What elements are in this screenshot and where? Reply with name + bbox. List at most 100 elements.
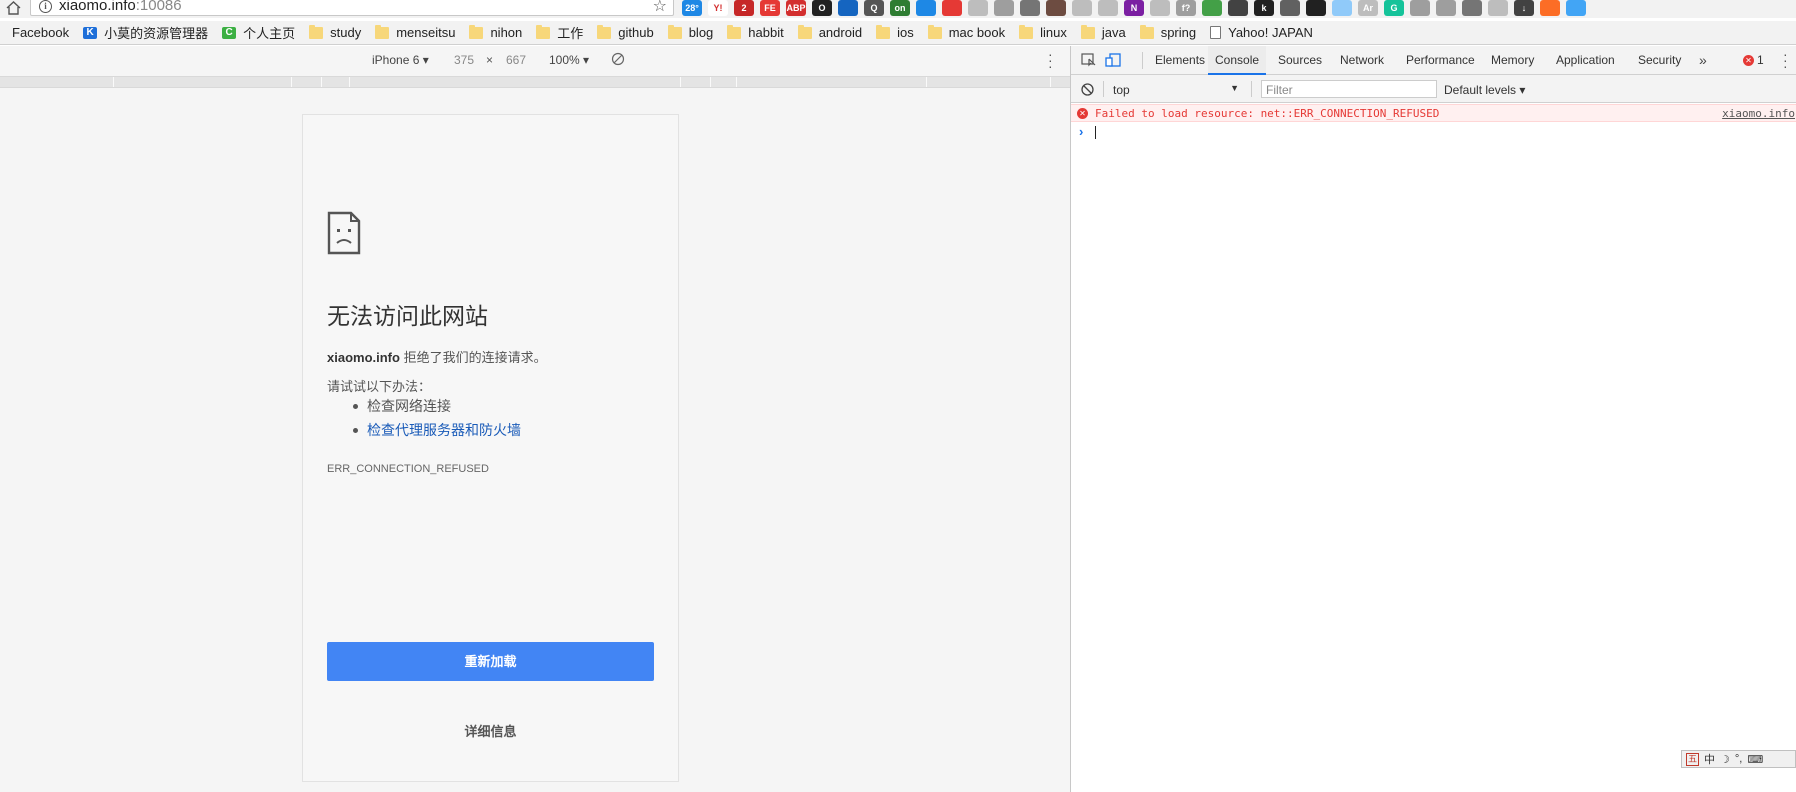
bookmark-item[interactable]: spring <box>1133 21 1203 44</box>
reload-button[interactable]: 重新加载 <box>327 642 654 681</box>
ext-icon-13[interactable] <box>994 0 1014 16</box>
ext-icon-14[interactable] <box>1020 0 1040 16</box>
device-more-icon[interactable]: · · · <box>1048 47 1053 73</box>
device-width-input[interactable]: 375 <box>454 53 474 67</box>
ext-icon-29[interactable] <box>1410 0 1430 16</box>
ext-icon-25[interactable] <box>1306 0 1326 16</box>
ext-icon-12[interactable] <box>968 0 988 16</box>
error-counter[interactable]: ✕ 1 <box>1743 53 1764 67</box>
cloud-ext-icon[interactable] <box>1566 0 1586 16</box>
ext-icon-23[interactable]: k <box>1254 0 1274 16</box>
bookmark-item[interactable]: blog <box>661 21 721 44</box>
bookmark-item[interactable]: 工作 <box>529 21 590 44</box>
tab-memory[interactable]: Memory <box>1485 46 1540 75</box>
tab-elements[interactable]: Elements <box>1149 46 1211 75</box>
ext-icon-7[interactable] <box>838 0 858 16</box>
grammarly-ext-icon[interactable]: G <box>1384 0 1404 16</box>
ext-icon-20[interactable]: f? <box>1176 0 1196 16</box>
mail-ext-icon[interactable]: 2 <box>734 0 754 16</box>
ext-icon-11[interactable] <box>942 0 962 16</box>
yahoo-ext-icon[interactable]: Y! <box>708 0 728 16</box>
console-input-caret[interactable] <box>1095 126 1096 139</box>
bookmark-label: 工作 <box>557 26 584 41</box>
log-levels-select[interactable]: Default levels ▾ <box>1444 83 1525 97</box>
tab-network[interactable]: Network <box>1334 46 1390 75</box>
download-ext-icon[interactable]: ↓ <box>1514 0 1534 16</box>
bookmark-item[interactable]: github <box>590 21 660 44</box>
bookmark-item[interactable]: ios <box>869 21 921 44</box>
folder-icon <box>1139 24 1154 39</box>
ext-icon-32[interactable] <box>1488 0 1508 16</box>
clear-console-icon[interactable] <box>1081 83 1094 96</box>
ime-keyboard-icon[interactable]: ⌨ <box>1747 753 1763 766</box>
ext-icon-21[interactable] <box>1202 0 1222 16</box>
qr-ext-icon[interactable] <box>1228 0 1248 16</box>
tab-console[interactable]: Console <box>1208 46 1267 75</box>
tab-sources[interactable]: Sources <box>1272 46 1328 75</box>
ext-icon-9[interactable]: on <box>890 0 910 16</box>
ext-icon-16[interactable] <box>1072 0 1092 16</box>
bookmark-item[interactable]: habbit <box>720 21 790 44</box>
ime-lang-toggle[interactable]: 中 <box>1704 751 1715 767</box>
tab-application[interactable]: Application <box>1550 46 1621 75</box>
bookmark-star-icon[interactable]: ☆ <box>653 0 667 16</box>
bookmark-item[interactable]: menseitsu <box>368 21 462 44</box>
ext-icon-27[interactable]: Ar <box>1358 0 1378 16</box>
ime-punct-icon[interactable]: °, <box>1735 753 1742 765</box>
address-url[interactable]: xiaomo.info:10086 <box>59 0 182 14</box>
device-select[interactable]: iPhone 6 ▾ <box>372 53 429 67</box>
bookmark-label: 小莫的资源管理器 <box>104 26 209 41</box>
device-toggle-icon[interactable] <box>1105 53 1121 67</box>
weather-ext-icon[interactable]: 28° <box>682 0 702 16</box>
site-info-icon[interactable]: i <box>39 0 52 13</box>
ext-icon-24[interactable] <box>1280 0 1300 16</box>
gitlab-ext-icon[interactable] <box>1540 0 1560 16</box>
folder-icon <box>309 24 324 39</box>
folder-icon <box>927 24 942 39</box>
ext-icon-10[interactable] <box>916 0 936 16</box>
address-bar[interactable]: i xiaomo.info:10086 ☆ <box>30 0 674 16</box>
bookmark-item[interactable]: Yahoo! JAPAN <box>1203 21 1320 44</box>
onenote-ext-icon[interactable]: N <box>1124 0 1144 16</box>
bookmark-item[interactable]: study <box>302 21 368 44</box>
devtools-menu-icon[interactable]: · · · <box>1783 47 1788 73</box>
ext-icon-31[interactable] <box>1462 0 1482 16</box>
bookmark-item[interactable]: Facebook <box>5 21 76 44</box>
console-filter-input[interactable]: Filter <box>1261 80 1437 98</box>
error-title: 无法访问此网站 <box>327 303 488 329</box>
ext-icon-26[interactable] <box>1332 0 1352 16</box>
ext-icon-15[interactable] <box>1046 0 1066 16</box>
bookmark-item[interactable]: C 个人主页 <box>215 21 302 44</box>
context-select[interactable]: top ▼ <box>1113 83 1239 97</box>
tab-security[interactable]: Security <box>1632 46 1687 75</box>
bookmark-item[interactable]: K 小莫的资源管理器 <box>76 21 215 44</box>
console-error-source-link[interactable]: xiaomo.info <box>1722 107 1795 120</box>
ext-icon-17[interactable] <box>1098 0 1118 16</box>
folder-icon <box>1019 24 1034 39</box>
bookmark-item[interactable]: java <box>1074 21 1133 44</box>
bookmark-item[interactable]: mac book <box>921 21 1012 44</box>
bookmark-label: habbit <box>748 25 784 40</box>
adblock-ext-icon[interactable]: ABP <box>786 0 806 16</box>
ext-icon-19[interactable] <box>1150 0 1170 16</box>
ext-icon-6[interactable]: O <box>812 0 832 16</box>
zoom-select[interactable]: 100% ▾ <box>549 53 589 67</box>
device-height-input[interactable]: 667 <box>506 53 526 67</box>
tab-performance[interactable]: Performance <box>1400 46 1481 75</box>
suggestion-check-proxy-link[interactable]: 检查代理服务器和防火墙 <box>353 420 521 444</box>
fe-ext-icon[interactable]: FE <box>760 0 780 16</box>
ime-halfwidth-icon[interactable]: ☽ <box>1720 753 1730 766</box>
bookmark-item[interactable]: android <box>791 21 869 44</box>
more-tabs-icon[interactable]: » <box>1699 52 1707 68</box>
ime-toolbar[interactable]: 五 中 ☽ °, ⌨ <box>1681 750 1796 768</box>
ext-icon-30[interactable] <box>1436 0 1456 16</box>
details-button[interactable]: 详细信息 <box>327 721 654 743</box>
bookmark-item[interactable]: nihon <box>462 21 529 44</box>
rotate-icon[interactable] <box>611 52 625 66</box>
home-button[interactable] <box>4 0 22 16</box>
inspect-element-icon[interactable] <box>1081 53 1097 67</box>
ext-icon-8[interactable]: Q <box>864 0 884 16</box>
bookmark-label: android <box>818 25 863 40</box>
bookmark-item[interactable]: linux <box>1012 21 1074 44</box>
media-query-ruler[interactable] <box>0 76 1070 88</box>
